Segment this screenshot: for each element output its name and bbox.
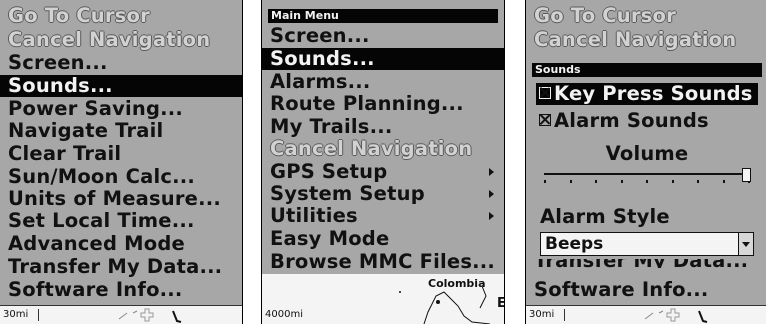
- volume-slider[interactable]: [544, 168, 751, 188]
- submenu-arrow-icon: [489, 212, 494, 220]
- menu-item-screen[interactable]: Screen...: [270, 25, 370, 47]
- volume-slider-thumb[interactable]: [742, 168, 751, 182]
- menu-item-software-info[interactable]: Software Info...: [534, 279, 709, 301]
- volume-label: Volume: [605, 142, 689, 165]
- menu-panel-left: Go To Cursor Cancel Navigation Screen...…: [0, 0, 243, 324]
- map-scale-label: 4000mi: [265, 309, 303, 320]
- key-press-sounds-option[interactable]: Key Press Sounds: [536, 83, 758, 105]
- menu-item-units-of-measure[interactable]: Units of Measure...: [8, 188, 221, 210]
- menu-item-label: Utilities: [270, 204, 358, 227]
- menu-item-cancel-navigation[interactable]: Cancel Navigation: [8, 29, 210, 51]
- map-coastline-icon: [399, 285, 491, 324]
- menu-item-label: System Setup: [270, 182, 425, 205]
- menu-item-cancel-navigation[interactable]: Cancel Navigation: [534, 29, 736, 51]
- menu-item-gps-setup[interactable]: GPS Setup: [270, 161, 504, 183]
- map-scale-label: 30mi: [529, 309, 555, 320]
- menu-item-navigate-trail[interactable]: Navigate Trail: [8, 120, 163, 142]
- map-trail-icon: [644, 308, 708, 323]
- map-status-bar: 30mi: [526, 305, 766, 324]
- submenu-arrow-icon: [489, 168, 494, 176]
- key-press-sounds-checkbox[interactable]: [539, 87, 551, 99]
- menu-item-sun-moon-calc[interactable]: Sun/Moon Calc...: [8, 166, 195, 188]
- scale-tick: [564, 309, 565, 321]
- map-trail-icon: [118, 308, 182, 323]
- alarm-sounds-option[interactable]: Alarm Sounds: [539, 110, 709, 132]
- menu-item-easy-mode[interactable]: Easy Mode: [270, 228, 389, 250]
- alarm-style-value: Beeps: [545, 234, 604, 254]
- menu-item-set-local-time[interactable]: Set Local Time...: [8, 210, 195, 232]
- menu-item-software-info[interactable]: Software Info...: [8, 279, 183, 301]
- map-status-bar: 30mi: [0, 305, 242, 324]
- menu-item-system-setup[interactable]: System Setup: [270, 183, 504, 205]
- chevron-down-icon[interactable]: [738, 233, 753, 255]
- scale-tick: [38, 309, 39, 321]
- menu-item-sounds[interactable]: Sounds...: [0, 75, 242, 97]
- menu-item-utilities[interactable]: Utilities: [270, 205, 504, 227]
- alarm-style-label: Alarm Style: [540, 205, 670, 228]
- sounds-panel: Go To Cursor Cancel Navigation Sounds Ke…: [525, 0, 766, 324]
- map-edge-label: E: [497, 296, 504, 311]
- menu-item-go-to-cursor[interactable]: Go To Cursor: [8, 5, 150, 27]
- volume-slider-track: [544, 173, 750, 175]
- menu-item-go-to-cursor[interactable]: Go To Cursor: [534, 5, 676, 27]
- menu-item-transfer-my-data-partial[interactable]: Transfer My Data...: [534, 259, 748, 268]
- menu-item-advanced-mode[interactable]: Advanced Mode: [8, 233, 185, 255]
- alarm-sounds-checkbox[interactable]: [539, 114, 551, 126]
- option-label: Alarm Sounds: [554, 109, 709, 132]
- map-area: Colombia E 4000mi: [262, 274, 504, 324]
- menu-item-sounds[interactable]: Sounds...: [262, 48, 504, 70]
- menu-item-power-saving[interactable]: Power Saving...: [8, 98, 183, 120]
- menu-item-cancel-navigation[interactable]: Cancel Navigation: [270, 138, 472, 160]
- alarm-style-dropdown[interactable]: Beeps: [540, 232, 754, 256]
- option-label: Key Press Sounds: [554, 82, 753, 105]
- sounds-dialog-title: Sounds: [532, 63, 762, 77]
- menu-item-alarms[interactable]: Alarms...: [270, 71, 371, 93]
- volume-slider-ticks: [544, 180, 750, 183]
- menu-item-clear-trail[interactable]: Clear Trail: [8, 143, 121, 165]
- menu-item-browse-mmc-files[interactable]: Browse MMC Files...: [270, 251, 495, 273]
- submenu-arrow-icon: [489, 190, 494, 198]
- menu-item-label: GPS Setup: [270, 160, 388, 183]
- main-menu-panel: Main Menu Screen... Sounds... Alarms... …: [261, 0, 505, 324]
- menu-item-my-trails[interactable]: My Trails...: [270, 116, 392, 138]
- menu-item-screen[interactable]: Screen...: [8, 52, 108, 74]
- main-menu-header: Main Menu: [268, 9, 498, 23]
- menu-item-transfer-my-data[interactable]: Transfer My Data...: [8, 256, 222, 278]
- map-scale-label: 30mi: [3, 309, 29, 320]
- menu-item-route-planning[interactable]: Route Planning...: [270, 93, 464, 115]
